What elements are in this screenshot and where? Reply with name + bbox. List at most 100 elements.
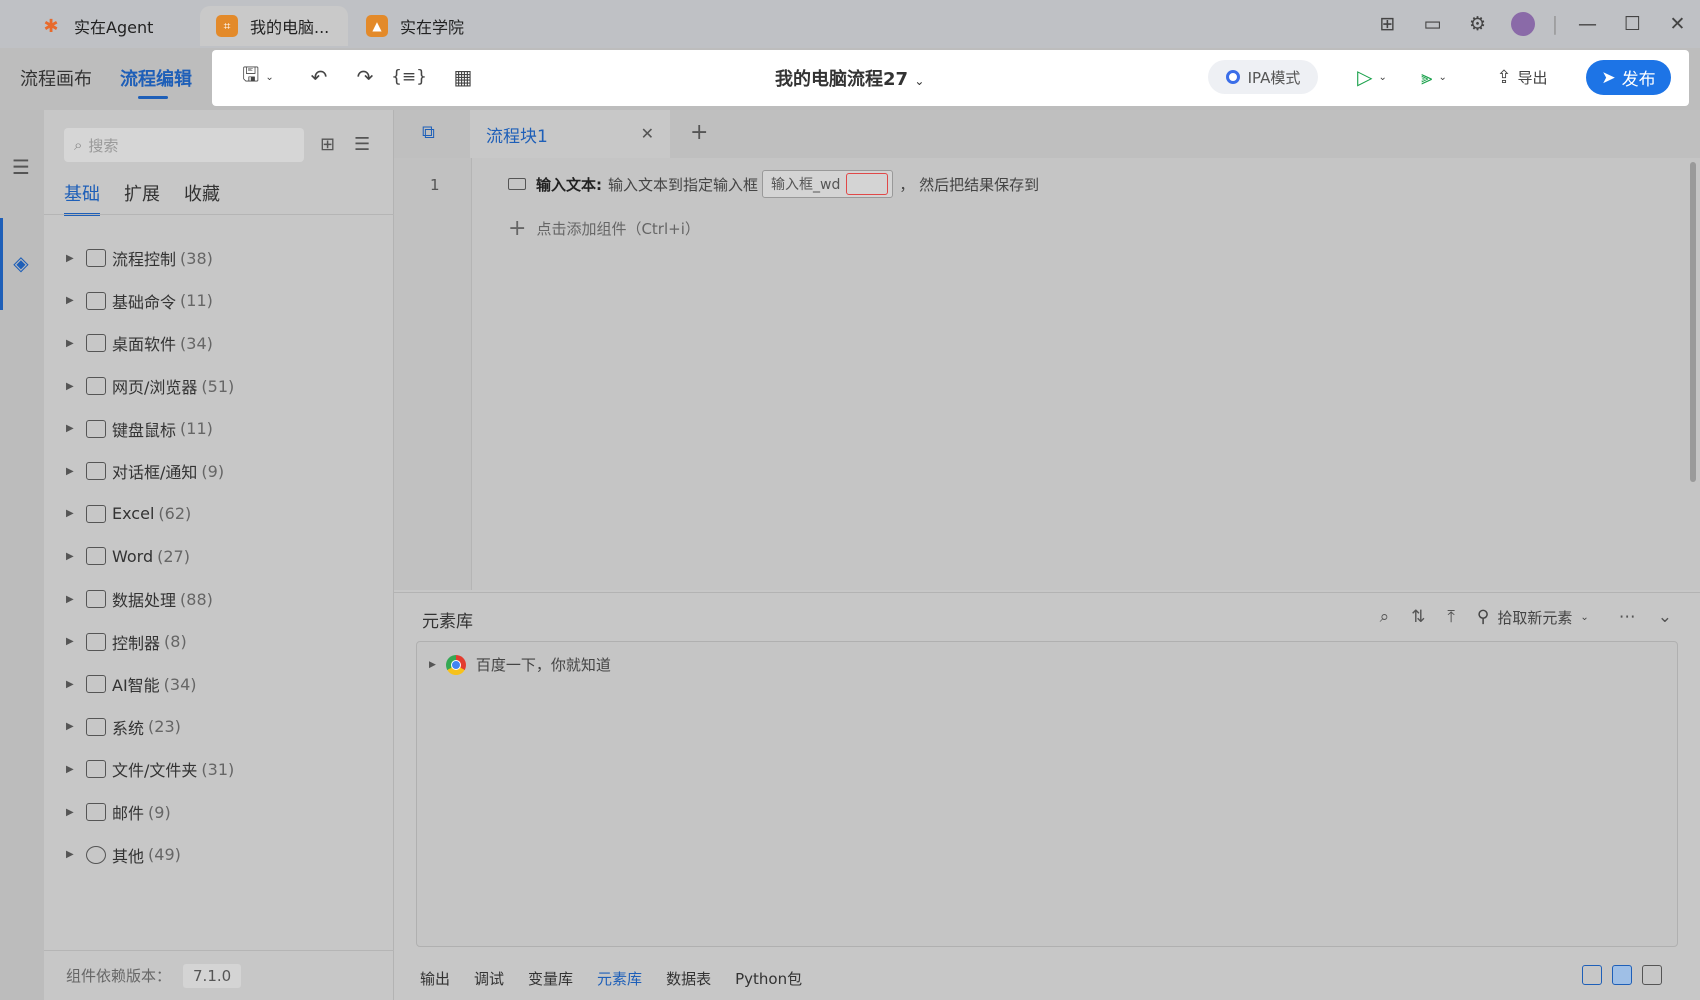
academy-icon: ▲ — [366, 15, 388, 37]
collapse-all-icon[interactable]: ☰ — [354, 134, 370, 155]
tab-element-library[interactable]: 元素库 — [597, 968, 642, 989]
tab-basic[interactable]: 基础 — [64, 180, 100, 206]
expand-icon: ▶ — [66, 678, 74, 690]
version-label: 组件依赖版本： — [66, 967, 172, 985]
window-controls: ⊞ ▭ ⚙ | — ☐ ✕ — [1365, 0, 1700, 48]
step-name: 输入文本: — [536, 175, 602, 194]
category-list: ▶ 流程控制 (38) ▶ 基础命令 (11) ▶ 桌面软件 (34) ▶ 网页/浏览器 (51… — [64, 237, 384, 876]
publish-button[interactable]: ➤ 发布 — [1586, 60, 1671, 95]
search-input[interactable]: ⌕ 搜索 — [64, 128, 304, 162]
category-dialog-notify[interactable]: ▶ 对话框/通知 (9) — [64, 450, 384, 493]
collapse-icon[interactable]: ⤒ — [1447, 607, 1455, 627]
run-icon[interactable]: ▷ ⌄ — [1352, 62, 1392, 92]
search-placeholder: 搜索 — [88, 136, 119, 155]
step-description: 输入文本到指定输入框 — [608, 175, 759, 194]
tab-extension[interactable]: 扩展 — [124, 180, 160, 206]
category-basic-commands[interactable]: ▶ 基础命令 (11) — [64, 280, 384, 323]
category-flow-control[interactable]: ▶ 流程控制 (38) — [64, 237, 384, 280]
flow-title[interactable]: 我的电脑流程27 ⌄ — [775, 65, 924, 91]
bottom-tabs: 输出 调试 变量库 元素库 数据表 Python包 — [420, 965, 826, 991]
layers-icon[interactable]: ◈ — [8, 250, 34, 276]
monitor-icon[interactable]: ▭ — [1410, 0, 1455, 48]
settings-icon[interactable]: ⚙ — [1455, 0, 1500, 48]
excel-icon — [86, 504, 106, 523]
file-icon — [86, 760, 106, 779]
close-icon[interactable]: ✕ — [1655, 0, 1700, 48]
tab-python-packages[interactable]: Python包 — [735, 968, 802, 989]
flow-file-icon: ⌗ — [216, 15, 238, 37]
maximize-icon[interactable]: ☐ — [1610, 0, 1655, 48]
variables-icon[interactable]: {≡} — [391, 62, 427, 92]
expand-icon: ▶ — [66, 721, 74, 733]
tab-output[interactable]: 输出 — [420, 968, 450, 989]
category-desktop-software[interactable]: ▶ 桌面软件 (34) — [64, 322, 384, 365]
category-system[interactable]: ▶ 系统 (23) — [64, 706, 384, 749]
ipa-mode-toggle[interactable]: IPA模式 — [1208, 60, 1318, 94]
tab-debug[interactable]: 调试 — [474, 968, 504, 989]
category-excel[interactable]: ▶ Excel (62) — [64, 493, 384, 536]
category-web-browser[interactable]: ▶ 网页/浏览器 (51) — [64, 365, 384, 408]
left-rail: ☰ ◈ — [0, 110, 44, 1000]
tab-variables[interactable]: 变量库 — [528, 968, 573, 989]
ipa-icon — [1225, 70, 1240, 84]
category-other[interactable]: ▶ 其他 (49) — [64, 833, 384, 876]
category-keyboard-mouse[interactable]: ▶ 键盘鼠标 (11) — [64, 407, 384, 450]
redo-icon[interactable]: ↷ — [350, 62, 380, 92]
tab-favorites[interactable]: 收藏 — [184, 180, 220, 206]
flow-step[interactable]: 输入文本: 输入文本到指定输入框 输入框_wd ， 然后把结果保存到 — [508, 170, 1039, 198]
minimize-icon[interactable]: — — [1565, 0, 1610, 48]
category-email[interactable]: ▶ 邮件 (9) — [64, 791, 384, 834]
send-icon: ➤ — [1601, 67, 1616, 88]
layout-right-icon[interactable] — [1642, 965, 1662, 985]
flow-blocks-icon[interactable]: ⧉ — [422, 122, 444, 144]
expand-icon: ▶ — [66, 295, 74, 307]
category-ai[interactable]: ▶ AI智能 (34) — [64, 663, 384, 706]
mouse-icon — [86, 419, 106, 438]
table-icon[interactable]: ▦ — [448, 62, 478, 92]
tab-academy-label: 实在学院 — [400, 18, 465, 37]
ai-icon — [86, 675, 106, 694]
sort-icon[interactable]: ⇅ — [1411, 607, 1425, 627]
tab-agent[interactable]: ✱ 实在Agent — [24, 6, 194, 46]
avatar-icon[interactable] — [1500, 0, 1545, 48]
empty-value-field[interactable] — [846, 173, 889, 195]
export-button[interactable]: ⇪ 导出 — [1492, 62, 1552, 92]
add-tab-icon[interactable]: + — [690, 120, 708, 145]
search-icon[interactable]: ⌕ — [1380, 607, 1390, 627]
vertical-scrollbar[interactable] — [1690, 162, 1696, 482]
divider — [44, 214, 394, 215]
collapse-panel-icon[interactable]: ⌄ — [1658, 607, 1672, 627]
layout-left-icon[interactable] — [1582, 965, 1602, 985]
ipa-label: IPA模式 — [1247, 68, 1301, 87]
undo-icon[interactable]: ↶ — [304, 62, 334, 92]
list-icon[interactable]: ☰ — [8, 154, 34, 180]
export-icon: ⇪ — [1496, 66, 1512, 88]
tab-flow[interactable]: ⌗ 我的电脑... — [200, 6, 348, 46]
gift-icon[interactable]: ⊞ — [1365, 0, 1410, 48]
tab-canvas[interactable]: 流程画布 — [20, 65, 92, 91]
tab-edit[interactable]: 流程编辑 — [120, 65, 192, 91]
grid-view-icon[interactable]: ⊞ — [320, 134, 335, 155]
category-controller[interactable]: ▶ 控制器 (8) — [64, 620, 384, 663]
more-icon[interactable]: ⋯ — [1619, 607, 1636, 627]
target-element-chip[interactable]: 输入框_wd — [762, 170, 894, 198]
tab-data-table[interactable]: 数据表 — [666, 968, 711, 989]
element-library-tools: ⌕ ⇅ ⤒ ⚲ 拾取新元素 ⌄ ⋯ ⌄ — [1380, 601, 1700, 633]
save-icon[interactable]: 🖫 ⌄ — [238, 62, 278, 92]
expand-icon: ▶ — [66, 763, 74, 775]
expand-icon: ▶ — [66, 849, 74, 861]
tree-item-baidu[interactable]: ▶ 百度一下，你就知道 — [429, 654, 611, 675]
category-word[interactable]: ▶ Word (27) — [64, 535, 384, 578]
category-file-folder[interactable]: ▶ 文件/文件夹 (31) — [64, 748, 384, 791]
category-data-processing[interactable]: ▶ 数据处理 (88) — [64, 578, 384, 621]
chrome-icon — [445, 654, 466, 675]
tab-academy[interactable]: ▲ 实在学院 — [350, 6, 520, 46]
close-tab-icon[interactable]: ✕ — [641, 124, 654, 143]
pick-element-button[interactable]: ⚲ 拾取新元素 ⌄ — [1477, 607, 1589, 628]
debug-run-icon[interactable]: ⫸ ⌄ — [1412, 62, 1456, 92]
add-component-button[interactable]: + 点击添加组件（Ctrl+i） — [508, 216, 700, 241]
browser-icon — [86, 377, 106, 396]
layout-bottom-icon[interactable] — [1612, 965, 1632, 985]
system-icon — [86, 717, 106, 736]
tab-flow-block-1[interactable]: 流程块1 ✕ — [470, 110, 670, 158]
